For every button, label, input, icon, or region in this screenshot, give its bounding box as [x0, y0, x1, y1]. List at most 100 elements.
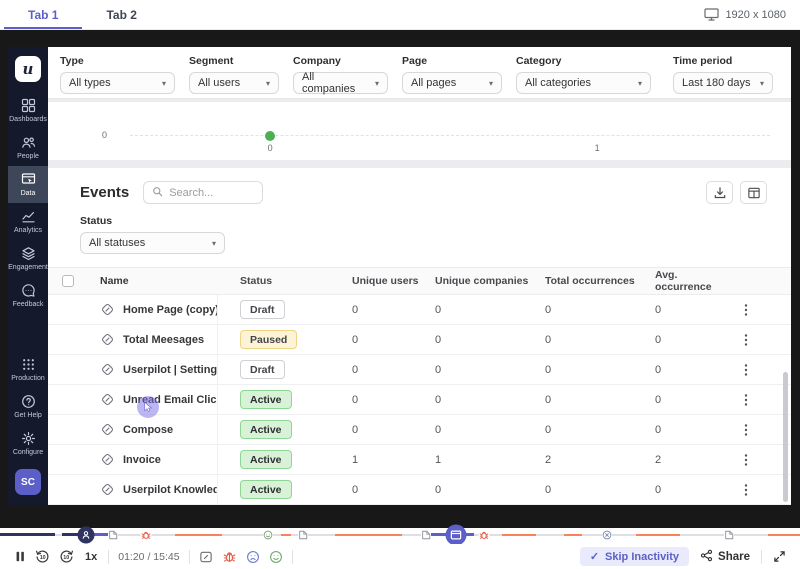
unique-companies-value: 0: [428, 334, 538, 346]
row-menu-button[interactable]: [737, 451, 755, 469]
unique-users-value: 0: [333, 304, 428, 316]
columns-button[interactable]: [740, 181, 767, 204]
row-menu-button[interactable]: [737, 421, 755, 439]
timeline-marker-page[interactable]: [298, 530, 308, 541]
viewer-header: Tab 1 Tab 2 1920 x 1080: [0, 0, 800, 30]
tab-1[interactable]: Tab 1: [4, 0, 82, 29]
event-tag-icon: [100, 362, 115, 377]
sidebar-item-analytics[interactable]: Analytics: [8, 203, 48, 240]
smiley-button[interactable]: [269, 550, 283, 564]
timeline-marker-smiley[interactable]: [263, 530, 273, 540]
timeline-marker-user-playhead[interactable]: [77, 527, 94, 544]
speed-button[interactable]: 1x: [83, 551, 99, 563]
bug-button[interactable]: [222, 549, 237, 564]
events-section: Events Search... Status All statuses▾: [48, 168, 791, 505]
sidebar-item-engagement[interactable]: Engagement: [8, 240, 48, 277]
timeline-marker-bug[interactable]: [140, 530, 151, 541]
user-avatar[interactable]: SC: [15, 469, 41, 495]
row-menu-button[interactable]: [737, 391, 755, 409]
type-select[interactable]: All types▾: [60, 72, 175, 94]
total-occurrences-value: 0: [538, 484, 648, 496]
sidebar-item-get-help[interactable]: Get Help: [8, 388, 48, 425]
table-row[interactable]: Userpilot Knowledge ... Active 0 0 0 0: [48, 475, 791, 505]
sidebar-item-dashboards[interactable]: Dashboards: [8, 92, 48, 129]
unique-companies-value: 1: [428, 454, 538, 466]
timeline-marker-window-big[interactable]: [446, 525, 467, 546]
table-header-row: Name Status Unique users Unique companie…: [48, 267, 791, 295]
people-icon: [21, 135, 36, 150]
event-tag-icon: [100, 482, 115, 497]
unique-users-value: 0: [333, 394, 428, 406]
select-all-checkbox[interactable]: [62, 275, 74, 287]
app-sidebar: u Dashboards People Data Analytics: [8, 47, 48, 505]
avg-occurrence-value: 2: [648, 454, 733, 466]
event-name: Unread Email Click: [123, 394, 218, 406]
timeline-track[interactable]: [0, 534, 800, 536]
sidebar-item-configure[interactable]: Configure: [8, 425, 48, 462]
timeline-segment-orange: [636, 534, 680, 536]
session-replay-viewer: Tab 1 Tab 2 1920 x 1080 u Dashboards Peo…: [0, 0, 800, 569]
share-icon: [700, 549, 713, 565]
time-period-select[interactable]: Last 180 days▾: [673, 72, 773, 94]
events-header: Events Search...: [48, 168, 791, 204]
chevron-down-icon: ▾: [638, 79, 642, 88]
tab-2[interactable]: Tab 2: [82, 0, 160, 29]
resolution-text: 1920 x 1080: [725, 9, 786, 21]
chevron-down-icon: ▾: [266, 79, 270, 88]
sidebar-item-people[interactable]: People: [8, 129, 48, 166]
chevron-down-icon: ▾: [212, 239, 216, 248]
forward-10-button[interactable]: 10: [59, 549, 74, 564]
table-row[interactable]: Compose Active 0 0 0 0: [48, 415, 791, 445]
userpilot-logo[interactable]: u: [15, 56, 41, 82]
table-row[interactable]: Unread Email Click Active 0 0 0 0: [48, 385, 791, 415]
timeline-marker-page[interactable]: [108, 530, 118, 541]
chart-data-point[interactable]: [265, 131, 275, 141]
share-button[interactable]: Share: [700, 549, 750, 565]
timeline-marker-bug[interactable]: [479, 530, 490, 541]
segment-select[interactable]: All users▾: [189, 72, 279, 94]
row-menu-button[interactable]: [737, 361, 755, 379]
table-row[interactable]: Userpilot | Settings Draft 0 0 0 0: [48, 355, 791, 385]
row-menu-button[interactable]: [737, 331, 755, 349]
frown-button[interactable]: [246, 550, 260, 564]
event-name: Home Page (copy): [123, 304, 218, 316]
row-menu-button[interactable]: [737, 481, 755, 499]
event-name: Compose: [123, 424, 173, 436]
search-icon: [152, 186, 163, 200]
status-badge: Active: [240, 420, 292, 439]
status-badge: Active: [240, 480, 292, 499]
dashboards-icon: [21, 98, 36, 113]
events-title: Events: [80, 184, 129, 201]
search-input[interactable]: Search...: [143, 181, 263, 204]
fullscreen-button[interactable]: [773, 550, 786, 563]
rewind-10-button[interactable]: 10: [35, 549, 50, 564]
search-placeholder: Search...: [169, 187, 213, 199]
table-row[interactable]: Home Page (copy) Draft 0 0 0 0: [48, 295, 791, 325]
page-select[interactable]: All pages▾: [402, 72, 502, 94]
status-select[interactable]: All statuses▾: [80, 232, 225, 254]
app-scrollbar[interactable]: [783, 372, 788, 502]
status-badge: Draft: [240, 360, 285, 379]
player-timeline[interactable]: [0, 528, 800, 544]
row-menu-button[interactable]: [737, 301, 755, 319]
company-select[interactable]: All companies▾: [293, 72, 388, 94]
notes-button[interactable]: [199, 550, 213, 564]
sidebar-item-feedback[interactable]: Feedback: [8, 277, 48, 314]
timeline-marker-circle-x[interactable]: [602, 530, 612, 540]
timeline-marker-page[interactable]: [421, 530, 431, 541]
sidebar-item-production[interactable]: Production: [8, 351, 48, 388]
total-occurrences-value: 2: [538, 454, 648, 466]
event-name: Userpilot | Settings: [123, 364, 218, 376]
pause-button[interactable]: [14, 550, 26, 563]
table-row[interactable]: Invoice Active 1 1 2 2: [48, 445, 791, 475]
table-row[interactable]: Total Meesages Paused 0 0 0 0: [48, 325, 791, 355]
download-button[interactable]: [706, 181, 733, 204]
category-select[interactable]: All categories▾: [516, 72, 651, 94]
timeline-marker-page[interactable]: [724, 530, 734, 541]
chevron-down-icon: ▾: [375, 79, 379, 88]
event-tag-icon: [100, 392, 115, 407]
timeline-segment-indigo: [92, 533, 108, 536]
help-icon: [21, 394, 36, 409]
skip-inactivity-toggle[interactable]: ✓ Skip Inactivity: [580, 547, 689, 566]
sidebar-item-data[interactable]: Data: [8, 166, 48, 203]
